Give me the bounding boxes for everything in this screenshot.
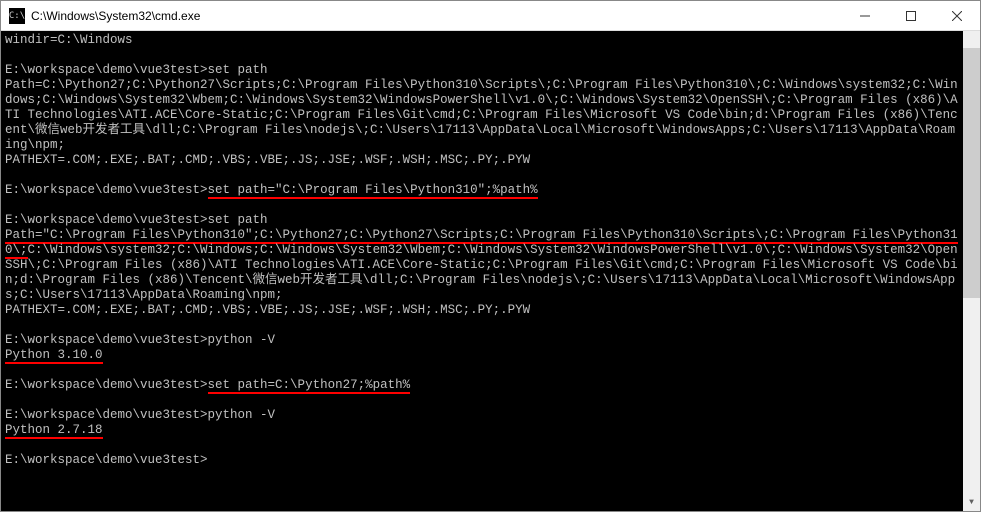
- scrollbar-track[interactable]: [963, 48, 980, 494]
- console-line: Path="C:\Program Files\Python310";C:\Pyt…: [5, 228, 959, 303]
- maximize-button[interactable]: [888, 1, 934, 30]
- close-button[interactable]: [934, 1, 980, 30]
- console-line: E:\workspace\demo\vue3test>: [5, 453, 959, 468]
- console-line: E:\workspace\demo\vue3test>python -V: [5, 408, 959, 423]
- console-line: Python 2.7.18: [5, 423, 959, 438]
- prompt: E:\workspace\demo\vue3test>: [5, 333, 208, 347]
- vertical-scrollbar[interactable]: ▲ ▼: [963, 31, 980, 511]
- prompt: E:\workspace\demo\vue3test>: [5, 378, 208, 392]
- command: python -V: [208, 408, 276, 422]
- console-line: Python 3.10.0: [5, 348, 959, 363]
- console-line: Path=C:\Python27;C:\Python27\Scripts;C:\…: [5, 78, 959, 153]
- prompt: E:\workspace\demo\vue3test>: [5, 453, 208, 467]
- console-line: [5, 48, 959, 63]
- minimize-button[interactable]: [842, 1, 888, 30]
- command: set path="C:\Program Files\Python310";%p…: [208, 183, 538, 199]
- window-buttons: [842, 1, 980, 30]
- console-line: E:\workspace\demo\vue3test>python -V: [5, 333, 959, 348]
- command: set path=C:\Python27;%path%: [208, 378, 411, 394]
- output-text: C:\Windows\system32;C:\Windows;C:\Window…: [5, 243, 958, 302]
- console-line: [5, 198, 959, 213]
- scrollbar-thumb[interactable]: [963, 48, 980, 298]
- prompt: E:\workspace\demo\vue3test>: [5, 183, 208, 197]
- prompt: E:\workspace\demo\vue3test>: [5, 408, 208, 422]
- highlighted-output: Python 3.10.0: [5, 348, 103, 364]
- command: set path: [208, 213, 268, 227]
- scroll-down-arrow[interactable]: ▼: [963, 494, 980, 511]
- console-line: [5, 393, 959, 408]
- console-line: PATHEXT=.COM;.EXE;.BAT;.CMD;.VBS;.VBE;.J…: [5, 153, 959, 168]
- console-line: [5, 363, 959, 378]
- console-line: E:\workspace\demo\vue3test>set path=C:\P…: [5, 378, 959, 393]
- console-line: [5, 438, 959, 453]
- command: python -V: [208, 333, 276, 347]
- command: set path: [208, 63, 268, 77]
- console-line: E:\workspace\demo\vue3test>set path: [5, 63, 959, 78]
- console-line: E:\workspace\demo\vue3test>set path: [5, 213, 959, 228]
- cmd-icon: C:\: [9, 8, 25, 24]
- window-title: C:\Windows\System32\cmd.exe: [31, 9, 842, 23]
- prompt: E:\workspace\demo\vue3test>: [5, 63, 208, 77]
- console-line: [5, 318, 959, 333]
- console-line: windir=C:\Windows: [5, 33, 959, 48]
- console-area[interactable]: windir=C:\Windows E:\workspace\demo\vue3t…: [1, 31, 980, 511]
- window-titlebar: C:\ C:\Windows\System32\cmd.exe: [1, 1, 980, 31]
- console-content: windir=C:\Windows E:\workspace\demo\vue3t…: [5, 33, 959, 509]
- console-line: [5, 168, 959, 183]
- highlighted-output: Python 2.7.18: [5, 423, 103, 439]
- console-line: PATHEXT=.COM;.EXE;.BAT;.CMD;.VBS;.VBE;.J…: [5, 303, 959, 318]
- prompt: E:\workspace\demo\vue3test>: [5, 213, 208, 227]
- console-line: E:\workspace\demo\vue3test>set path="C:\…: [5, 183, 959, 198]
